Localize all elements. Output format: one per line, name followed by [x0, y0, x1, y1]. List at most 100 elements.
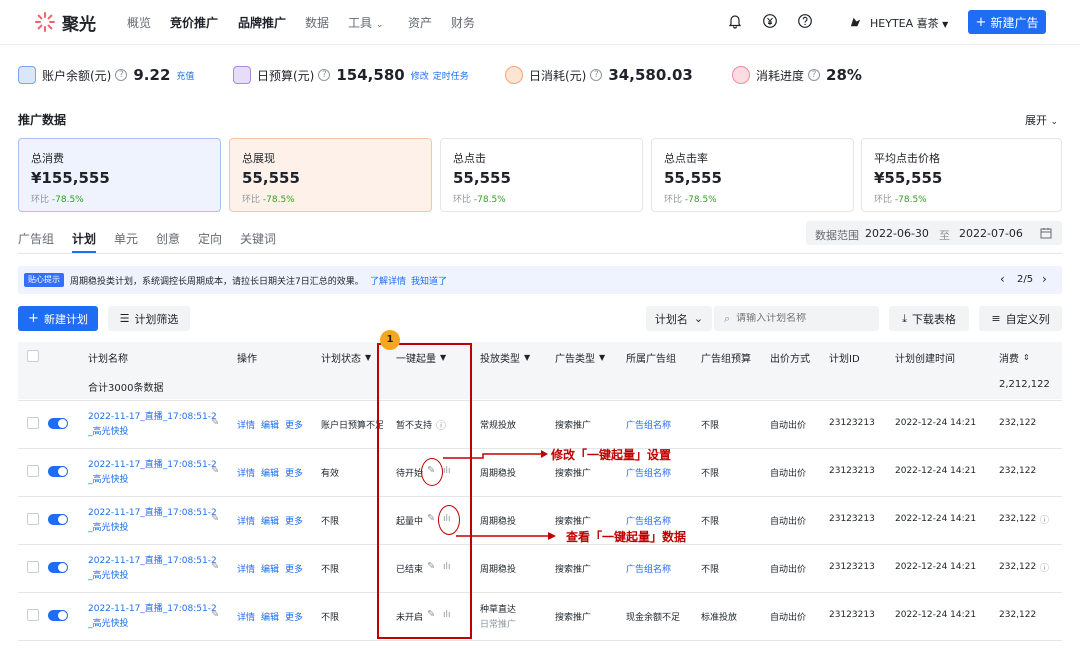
col-spend[interactable]: 消费 ⇕ — [999, 342, 1030, 372]
edit-link[interactable]: 编辑 — [261, 514, 279, 527]
filter-icon[interactable]: ▼ — [599, 353, 605, 362]
download-button[interactable]: ⤓ 下载表格 — [889, 306, 969, 331]
help-icon[interactable]: ? — [808, 69, 821, 81]
tab-targeting[interactable]: 定向 — [198, 230, 222, 247]
plan-name-line1[interactable]: 2022-11-17_直播_17:08:51-2 — [88, 409, 217, 422]
detail-link[interactable]: 详情 — [237, 610, 255, 623]
metric-card-impressions[interactable]: 总展现 55,555 环比 -78.5% — [229, 138, 432, 212]
edit-link[interactable]: 编辑 — [261, 610, 279, 623]
select-all-checkbox[interactable] — [27, 350, 39, 362]
nav-assets[interactable]: 资产 — [408, 14, 432, 31]
got-it-link[interactable]: 我知道了 — [411, 274, 447, 287]
help-icon[interactable]: ? — [318, 69, 331, 81]
metric-card-ctr[interactable]: 总点击率 55,555 环比 -78.5% — [651, 138, 854, 212]
chevron-right-icon[interactable]: › — [1042, 272, 1047, 286]
plan-name-line1[interactable]: 2022-11-17_直播_17:08:51-2 — [88, 457, 217, 470]
nav-finance[interactable]: 财务 — [451, 14, 475, 31]
nav-overview[interactable]: 概览 — [127, 14, 151, 31]
plan-name-line1[interactable]: 2022-11-17_直播_17:08:51-2 — [88, 601, 217, 614]
metric-card-clicks[interactable]: 总点击 55,555 环比 -78.5% — [440, 138, 643, 212]
more-link[interactable]: 更多 — [285, 466, 303, 479]
nav-brand[interactable]: 品牌推广 — [238, 14, 286, 31]
plan-name-line2[interactable]: _高光快投 — [88, 424, 129, 437]
scheduled-task-link[interactable]: 定时任务 — [433, 69, 469, 82]
calendar-icon[interactable] — [1040, 227, 1052, 239]
row-toggle[interactable] — [48, 514, 68, 525]
row-checkbox[interactable] — [27, 609, 39, 621]
col-plan-name[interactable]: 计划名称 — [88, 342, 128, 372]
search-box[interactable]: ⌕ — [714, 306, 879, 331]
row-checkbox[interactable] — [27, 465, 39, 477]
plan-name-line2[interactable]: _高光快投 — [88, 568, 129, 581]
nav-tools[interactable]: 工具 ⌄ — [348, 14, 383, 31]
nav-bidding[interactable]: 竞价推广 — [170, 14, 218, 31]
edit-icon[interactable]: ✎ — [211, 561, 219, 572]
col-ad-type[interactable]: 广告类型 ▼ — [555, 342, 605, 372]
detail-link[interactable]: 详情 — [237, 514, 255, 527]
help-icon[interactable]: ? — [590, 69, 603, 81]
edit-link[interactable]: 编辑 — [261, 418, 279, 431]
detail-link[interactable]: 详情 — [237, 562, 255, 575]
yuan-icon[interactable] — [762, 13, 778, 29]
tab-ad-group[interactable]: 广告组 — [18, 230, 54, 247]
detail-link[interactable]: 详情 — [237, 466, 255, 479]
help-icon[interactable]: ? — [115, 69, 128, 81]
more-link[interactable]: 更多 — [285, 562, 303, 575]
edit-icon[interactable]: ✎ — [211, 513, 219, 524]
filter-plans-button[interactable]: ☰ 计划筛选 — [108, 306, 190, 331]
row-checkbox[interactable] — [27, 417, 39, 429]
custom-columns-button[interactable]: ≡ 自定义列 — [979, 306, 1062, 331]
sort-icon[interactable]: ⇕ — [1023, 353, 1030, 362]
more-link[interactable]: 更多 — [285, 418, 303, 431]
plan-name-line2[interactable]: _高光快投 — [88, 472, 129, 485]
date-end[interactable]: 2022-07-06 — [959, 227, 1023, 240]
help-icon[interactable] — [797, 13, 813, 29]
search-input[interactable] — [736, 313, 867, 324]
account-switcher[interactable]: HEYTEA 喜茶 ▼ — [870, 15, 948, 31]
expand-toggle[interactable]: 展开 ⌄ — [1025, 112, 1058, 128]
metric-card-avg-cpc[interactable]: 平均点击价格 ¥55,555 环比 -78.5% — [861, 138, 1062, 212]
row-toggle[interactable] — [48, 418, 68, 429]
plan-name-line1[interactable]: 2022-11-17_直播_17:08:51-2 — [88, 505, 217, 518]
detail-link[interactable]: 详情 — [237, 418, 255, 431]
metric-card-total-cost[interactable]: 总消费 ¥155,555 环比 -78.5% — [18, 138, 221, 212]
row-toggle[interactable] — [48, 466, 68, 477]
ad-group-link[interactable]: 广告组名称 — [626, 466, 671, 479]
more-link[interactable]: 更多 — [285, 514, 303, 527]
tab-plan[interactable]: 计划 — [72, 230, 96, 247]
recharge-link[interactable]: 充值 — [176, 69, 194, 82]
modify-budget-link[interactable]: 修改 — [411, 69, 429, 82]
plan-name-line1[interactable]: 2022-11-17_直播_17:08:51-2 — [88, 553, 217, 566]
tab-keywords[interactable]: 关键词 — [240, 230, 276, 247]
col-status[interactable]: 计划状态 ▼ — [321, 342, 371, 372]
date-start[interactable]: 2022-06-30 — [865, 227, 929, 240]
filter-icon[interactable]: ▼ — [524, 353, 530, 362]
date-range-picker[interactable]: 数据范围 2022-06-30 至 2022-07-06 — [806, 221, 1062, 245]
learn-more-link[interactable]: 了解详情 — [370, 274, 406, 287]
row-toggle[interactable] — [48, 562, 68, 573]
new-plan-button[interactable]: + 新建计划 — [18, 306, 98, 331]
ad-group-link[interactable]: 广告组名称 — [626, 514, 671, 527]
ad-group-link[interactable]: 广告组名称 — [626, 562, 671, 575]
tab-creative[interactable]: 创意 — [156, 230, 180, 247]
search-field-select[interactable]: 计划名 ⌄ — [646, 306, 712, 331]
edit-link[interactable]: 编辑 — [261, 466, 279, 479]
edit-icon[interactable]: ✎ — [211, 465, 219, 476]
info-icon[interactable]: ⓘ — [1040, 513, 1049, 526]
edit-link[interactable]: 编辑 — [261, 562, 279, 575]
nav-data[interactable]: 数据 — [305, 14, 329, 31]
info-icon[interactable]: ⓘ — [1040, 561, 1049, 574]
filter-icon[interactable]: ▼ — [365, 353, 371, 362]
edit-icon[interactable]: ✎ — [211, 417, 219, 428]
bell-icon[interactable] — [727, 13, 743, 29]
edit-icon[interactable]: ✎ — [211, 609, 219, 620]
more-link[interactable]: 更多 — [285, 610, 303, 623]
row-checkbox[interactable] — [27, 513, 39, 525]
tab-unit[interactable]: 单元 — [114, 230, 138, 247]
ad-group-link[interactable]: 广告组名称 — [626, 418, 671, 431]
row-toggle[interactable] — [48, 610, 68, 621]
new-ad-button[interactable]: + 新建广告 — [968, 10, 1046, 34]
plan-name-line2[interactable]: _高光快投 — [88, 616, 129, 629]
row-checkbox[interactable] — [27, 561, 39, 573]
col-delivery-type[interactable]: 投放类型 ▼ — [480, 342, 530, 372]
